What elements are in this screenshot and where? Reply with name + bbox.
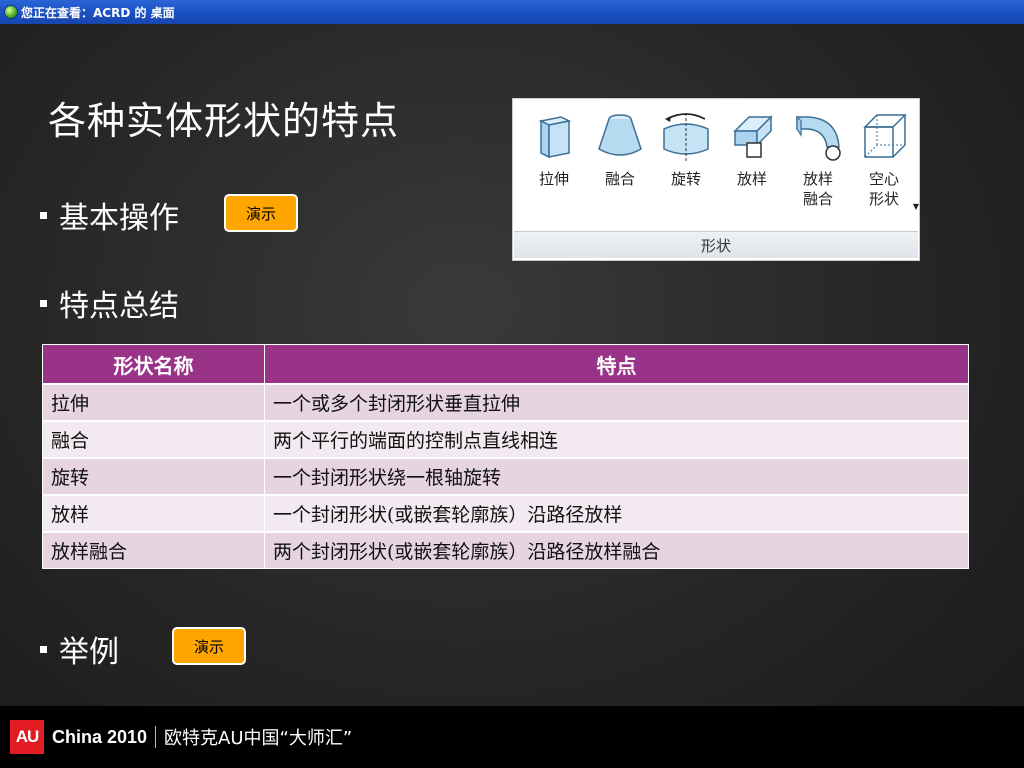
header-features: 特点 bbox=[264, 344, 969, 385]
bullet-example-label: 举例 bbox=[59, 635, 119, 670]
revolve-tool[interactable]: 旋转 bbox=[653, 109, 719, 223]
feature-cell: 两个平行的端面的控制点直线相连 bbox=[264, 420, 969, 459]
feature-cell: 一个封闭形状绕一根轴旋转 bbox=[264, 457, 969, 496]
demo-button-basic-ops[interactable]: 演示 bbox=[224, 194, 298, 232]
bullet-marker bbox=[40, 299, 47, 307]
footer-divider bbox=[155, 726, 157, 748]
demo-button-example[interactable]: 演示 bbox=[172, 627, 246, 665]
slide-title: 各种实体形状的特点 bbox=[48, 99, 400, 143]
bullet-basic-ops: 基本操作 bbox=[40, 193, 179, 237]
revolve-icon bbox=[663, 113, 709, 161]
bullet-example: 举例 bbox=[40, 627, 119, 671]
shape-name-cell: 拉伸 bbox=[42, 383, 265, 422]
feature-cell: 一个或多个封闭形状垂直拉伸 bbox=[264, 383, 969, 422]
blend-label: 融合 bbox=[604, 170, 635, 188]
extrusion-icon bbox=[538, 116, 572, 159]
table-row: 旋转 一个封闭形状绕一根轴旋转 bbox=[42, 457, 969, 496]
table-row: 放样 一个封闭形状(或嵌套轮廓族）沿路径放样 bbox=[42, 494, 969, 533]
revolve-label: 旋转 bbox=[670, 170, 701, 188]
feature-cell: 两个封闭形状(或嵌套轮廓族）沿路径放样融合 bbox=[264, 531, 969, 569]
extrusion-label: 拉伸 bbox=[538, 170, 569, 188]
au-logo: AU bbox=[10, 720, 44, 754]
bullet-marker bbox=[40, 211, 47, 219]
sweep-label: 放样 bbox=[736, 170, 767, 188]
swept-blend-label: 放样 融合 bbox=[802, 170, 833, 208]
extrusion-tool[interactable]: 拉伸 bbox=[521, 109, 587, 223]
swept-blend-icon bbox=[796, 115, 841, 161]
shape-name-cell: 放样 bbox=[42, 494, 265, 533]
bullet-summary: 特点总结 bbox=[40, 281, 179, 325]
shape-name-cell: 旋转 bbox=[42, 457, 265, 496]
app-globe-icon bbox=[5, 6, 17, 18]
void-forms-tool[interactable]: 空心 形状 ▼ bbox=[851, 109, 919, 223]
shape-name-cell: 放样融合 bbox=[42, 531, 265, 569]
ribbon-shape-panel: 拉伸 融合 旋转 放样 放样 融合 空心 形状 ▼ 形状 bbox=[512, 98, 920, 261]
ribbon-panel-label: 形状 bbox=[514, 231, 918, 258]
table-header-row: 形状名称 特点 bbox=[42, 344, 969, 385]
table-row: 放样融合 两个封闭形状(或嵌套轮廓族）沿路径放样融合 bbox=[42, 531, 969, 569]
footer-brand: China 2010 bbox=[52, 726, 148, 747]
footer-tagline: 欧特克AU中国“大师汇” bbox=[164, 728, 353, 749]
footer-bar: AU China 2010 欧特克AU中国“大师汇” bbox=[0, 706, 1024, 768]
swept-blend-tool[interactable]: 放样 融合 bbox=[785, 109, 851, 223]
bullet-marker bbox=[40, 645, 47, 653]
void-forms-icon bbox=[863, 114, 907, 158]
bullet-basic-ops-label: 基本操作 bbox=[59, 201, 179, 236]
sweep-icon bbox=[733, 115, 773, 158]
void-forms-label: 空心 形状 bbox=[868, 170, 899, 208]
viewer-title-bar: 您正在查看：ACRD 的 桌面 bbox=[0, 0, 1024, 24]
feature-cell: 一个封闭形状(或嵌套轮廓族）沿路径放样 bbox=[264, 494, 969, 533]
blend-tool[interactable]: 融合 bbox=[587, 109, 653, 223]
viewer-title: 您正在查看：ACRD 的 桌面 bbox=[21, 5, 175, 20]
sweep-tool[interactable]: 放样 bbox=[719, 109, 785, 223]
table-row: 融合 两个平行的端面的控制点直线相连 bbox=[42, 420, 969, 459]
table-row: 拉伸 一个或多个封闭形状垂直拉伸 bbox=[42, 383, 969, 422]
blend-icon bbox=[598, 114, 642, 156]
shape-features-table: 形状名称 特点 拉伸 一个或多个封闭形状垂直拉伸 融合 两个平行的端面的控制点直… bbox=[42, 344, 969, 569]
shape-name-cell: 融合 bbox=[42, 420, 265, 459]
bullet-summary-label: 特点总结 bbox=[59, 289, 179, 324]
header-shape-name: 形状名称 bbox=[42, 344, 265, 385]
